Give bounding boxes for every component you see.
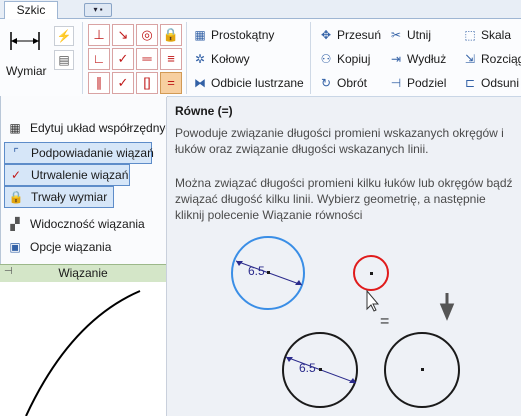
circle-center <box>267 271 270 274</box>
trim-label: Utnij <box>407 28 432 42</box>
coordinate-system-icon: ▦ <box>9 121 21 135</box>
dimension-icon[interactable] <box>8 30 42 52</box>
mirror-label: Odbicie lustrzane <box>211 76 304 90</box>
equals-sign: = <box>380 313 389 330</box>
offset-label: Odsuni <box>481 76 520 90</box>
tab-options-button[interactable]: ▾ ▪ <box>84 3 112 17</box>
rotate-button[interactable]: ↻ Obrót <box>318 74 367 92</box>
mirror-icon: ⧓ <box>194 76 206 90</box>
equal-icon[interactable]: = <box>160 72 182 94</box>
extend-icon: ⇥ <box>390 52 402 66</box>
dimension-after-text: 6.5 <box>299 361 316 375</box>
copy-label: Kopiuj <box>337 52 371 66</box>
show-constraints-icon[interactable]: ▤ <box>54 50 74 70</box>
rectangular-pattern-button[interactable]: ▦ Prostokątny <box>192 26 274 44</box>
menu-item-label: Trwały wymiar <box>31 190 108 204</box>
constraint-persistence-icon: ✓ <box>10 168 22 182</box>
circular-pattern-button[interactable]: ✲ Kołowy <box>192 50 250 68</box>
constraint-visibility-icon: ▞ <box>10 217 20 231</box>
horizontal-icon[interactable]: ═ <box>136 48 158 70</box>
cursor-icon <box>366 289 380 312</box>
circle-center <box>421 368 424 371</box>
perpendicular-icon[interactable]: ∟ <box>88 48 110 70</box>
scale-icon: ⬚ <box>464 28 476 42</box>
tooltip-title: Równe (=) <box>175 104 233 118</box>
menu-item-label: Widoczność wiązania <box>30 217 145 231</box>
extend-button[interactable]: ⇥ Wydłuż <box>388 50 446 68</box>
dimension-before-text: 6.5 <box>248 264 265 278</box>
trim-icon: ✂ <box>390 28 402 42</box>
panel-footer-constraint[interactable]: Wiązanie <box>0 264 166 282</box>
tooltip-description: Powoduje związanie długości promieni wsk… <box>175 126 504 156</box>
stretch-button[interactable]: ⇲ Rozciąg <box>462 50 521 68</box>
dimension-button-label[interactable]: Wymiar <box>6 64 47 78</box>
stretch-icon: ⇲ <box>464 52 476 66</box>
ribbon-separator <box>82 22 83 94</box>
rectangular-pattern-icon: ▦ <box>194 28 206 42</box>
coincident-icon[interactable]: ↘ <box>112 24 134 46</box>
circle-center <box>319 368 322 371</box>
circle-center <box>370 272 373 275</box>
move-label: Przesuń <box>337 28 382 42</box>
offset-icon: ⊏ <box>464 76 476 90</box>
relaxed-dimension-icon: 🔒 <box>8 190 24 204</box>
constraint-options-icon: ▣ <box>9 240 21 254</box>
rotate-label: Obrót <box>337 76 368 90</box>
split-label: Podziel <box>407 76 447 90</box>
extend-label: Wydłuż <box>407 52 447 66</box>
stretch-label: Rozciąg <box>481 52 521 66</box>
tooltip-illustration: 6.5 = 6.5 <box>231 236 460 408</box>
offset-button[interactable]: ⊏ Odsuni <box>462 74 519 92</box>
move-icon: ✥ <box>320 28 332 42</box>
menu-item-label: Edytuj układ współrzędnych <box>30 121 179 135</box>
scale-button[interactable]: ⬚ Skala <box>462 26 511 44</box>
menu-item-edit-coordinate-system[interactable]: ▦ Edytuj układ współrzędnych <box>4 118 178 138</box>
menu-item-constraint-inference[interactable]: ⌜ Podpowiadanie wiązań <box>4 142 154 164</box>
trim-button[interactable]: ✂ Utnij <box>388 26 431 44</box>
fix-icon[interactable]: 🔒 <box>160 24 182 46</box>
copy-button[interactable]: ⚇ Kopiuj <box>318 50 371 68</box>
concentric-icon[interactable]: ◎ <box>136 24 158 46</box>
auto-dimension-icon[interactable]: ⚡ <box>54 26 74 46</box>
ribbon-separator <box>310 22 311 94</box>
menu-item-label: Utrwalenie wiązań <box>31 168 129 182</box>
smooth-icon[interactable]: ✓ <box>112 72 134 94</box>
sketch-canvas[interactable] <box>0 281 166 416</box>
collinear-icon[interactable]: ≡ <box>160 48 182 70</box>
tooltip-instructions: Można związać długości promieni kilku łu… <box>175 176 513 222</box>
perpendicular-icon[interactable]: ⊥ <box>88 24 110 46</box>
menu-item-label: Opcje wiązania <box>30 240 112 254</box>
scale-label: Skala <box>481 28 512 42</box>
copy-icon: ⚇ <box>320 52 332 66</box>
parallel-icon[interactable]: ∥ <box>88 72 110 94</box>
sketch-arc <box>25 290 141 416</box>
tab-szkic[interactable]: Szkic <box>4 1 58 19</box>
tangent-icon[interactable]: ✓ <box>112 48 134 70</box>
constraint-panel-menu: ▦ Edytuj układ współrzędnych ⌜ Podpowiad… <box>0 96 178 282</box>
menu-item-constraint-options[interactable]: ▣ Opcje wiązania <box>4 237 111 257</box>
split-button[interactable]: ⊣ Podziel <box>388 74 447 92</box>
rectangular-pattern-label: Prostokątny <box>211 28 275 42</box>
pin-icon[interactable]: ⊣ <box>4 266 13 277</box>
split-icon: ⊣ <box>390 76 402 90</box>
menu-item-label: Podpowiadanie wiązań <box>31 146 154 160</box>
ribbon-tab-bar <box>0 0 521 19</box>
circular-pattern-label: Kołowy <box>211 52 250 66</box>
menu-item-relaxed-dimension[interactable]: 🔒 Trwały wymiar <box>4 186 114 208</box>
menu-item-constraint-persistence[interactable]: ✓ Utrwalenie wiązań <box>4 164 130 186</box>
move-button[interactable]: ✥ Przesuń <box>318 26 381 44</box>
symmetric-icon[interactable]: [] <box>136 72 158 94</box>
mirror-button[interactable]: ⧓ Odbicie lustrzane <box>192 74 304 92</box>
menu-item-constraint-visibility[interactable]: ▞ Widoczność wiązania <box>4 214 145 234</box>
circular-pattern-icon: ✲ <box>194 52 206 66</box>
ribbon-separator <box>186 22 187 94</box>
down-arrow-icon <box>439 293 455 321</box>
constraint-inference-icon: ⌜ <box>13 146 19 160</box>
rotate-icon: ↻ <box>320 76 332 90</box>
